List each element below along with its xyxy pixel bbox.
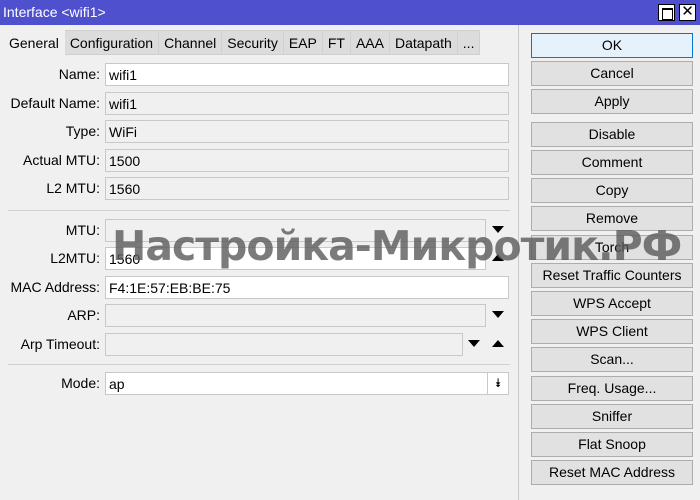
vertical-divider	[518, 25, 519, 500]
reset-traffic-counters-button[interactable]: Reset Traffic Counters	[531, 263, 693, 288]
wps-client-button[interactable]: WPS Client	[531, 319, 693, 344]
divider	[8, 210, 510, 211]
tab-bar: General Configuration Channel Security E…	[3, 30, 481, 57]
l2mtu-input[interactable]: 1560	[105, 247, 486, 270]
remove-button[interactable]: Remove	[531, 206, 693, 231]
reset-mac-address-button[interactable]: Reset MAC Address	[531, 460, 693, 485]
mac-row: MAC Address: F4:1E:57:EB:BE:75	[0, 276, 520, 299]
mode-label: Mode:	[61, 375, 100, 391]
name-input[interactable]: wifi1	[105, 63, 509, 86]
tab-channel[interactable]: Channel	[159, 30, 223, 55]
mtu-label: MTU:	[65, 222, 100, 238]
mac-address-input[interactable]: F4:1E:57:EB:BE:75	[105, 276, 509, 299]
wps-accept-button[interactable]: WPS Accept	[531, 291, 693, 316]
maximize-button[interactable]	[658, 4, 675, 21]
expand-down-icon[interactable]	[492, 226, 504, 233]
copy-button[interactable]: Copy	[531, 178, 693, 203]
actual-mtu-row: Actual MTU: 1500	[0, 149, 520, 172]
type-field: WiFi	[105, 120, 509, 143]
name-row: Name: wifi1	[0, 63, 520, 86]
type-row: Type: WiFi	[0, 120, 520, 143]
tab-security[interactable]: Security	[222, 30, 284, 55]
actual-mtu-label: Actual MTU:	[22, 152, 100, 168]
tab-general[interactable]: General	[3, 30, 65, 57]
mode-row: Mode: ap ⯯	[0, 372, 520, 395]
window-title: Interface <wifi1>	[3, 4, 106, 20]
tab-aaa[interactable]: AAA	[350, 30, 390, 55]
l2-mtu-field: 1560	[105, 177, 509, 200]
mac-label: MAC Address:	[10, 279, 100, 295]
l2mtu-row: L2MTU: 1560	[0, 247, 520, 270]
actual-mtu-field: 1500	[105, 149, 509, 172]
name-label: Name:	[58, 66, 100, 82]
default-name-row: Default Name: wifi1	[0, 92, 520, 115]
l2-mtu-label: L2 MTU:	[46, 180, 100, 196]
tab-ft[interactable]: FT	[322, 30, 351, 55]
ok-button[interactable]: OK	[531, 33, 693, 58]
arp-timeout-row: Arp Timeout:	[0, 333, 520, 356]
tab-configuration[interactable]: Configuration	[64, 30, 160, 55]
torch-button[interactable]: Torch	[531, 235, 693, 260]
freq-usage-button[interactable]: Freq. Usage...	[531, 376, 693, 401]
arp-input[interactable]	[105, 304, 486, 327]
default-name-label: Default Name:	[10, 95, 100, 111]
arp-row: ARP:	[0, 304, 520, 327]
mtu-input[interactable]	[105, 219, 486, 242]
expand-down-icon[interactable]	[492, 311, 504, 318]
close-button[interactable]: ✕	[679, 4, 696, 21]
tab-more[interactable]: ...	[457, 30, 481, 55]
cancel-button[interactable]: Cancel	[531, 61, 693, 86]
tab-eap[interactable]: EAP	[283, 30, 323, 55]
sniffer-button[interactable]: Sniffer	[531, 404, 693, 429]
comment-button[interactable]: Comment	[531, 150, 693, 175]
l2mtu-label: L2MTU:	[50, 250, 100, 266]
disable-button[interactable]: Disable	[531, 122, 693, 147]
collapse-up-icon[interactable]	[492, 254, 504, 261]
tab-datapath[interactable]: Datapath	[389, 30, 458, 55]
scan-button[interactable]: Scan...	[531, 347, 693, 372]
l2-mtu-row: L2 MTU: 1560	[0, 177, 520, 200]
arp-label: ARP:	[67, 307, 100, 323]
type-label: Type:	[65, 123, 100, 139]
apply-button[interactable]: Apply	[531, 89, 693, 114]
arp-timeout-label: Arp Timeout:	[20, 336, 100, 352]
default-name-field: wifi1	[105, 92, 509, 115]
title-bar: Interface <wifi1>	[0, 0, 700, 25]
mtu-row: MTU:	[0, 219, 520, 242]
arp-timeout-input[interactable]	[105, 333, 463, 356]
flat-snoop-button[interactable]: Flat Snoop	[531, 432, 693, 457]
dropdown-icon[interactable]: ⯯	[487, 373, 508, 394]
collapse-up-icon[interactable]	[492, 340, 504, 347]
mode-select[interactable]: ap	[105, 372, 509, 395]
divider	[8, 364, 510, 365]
expand-down-icon[interactable]	[468, 340, 480, 347]
